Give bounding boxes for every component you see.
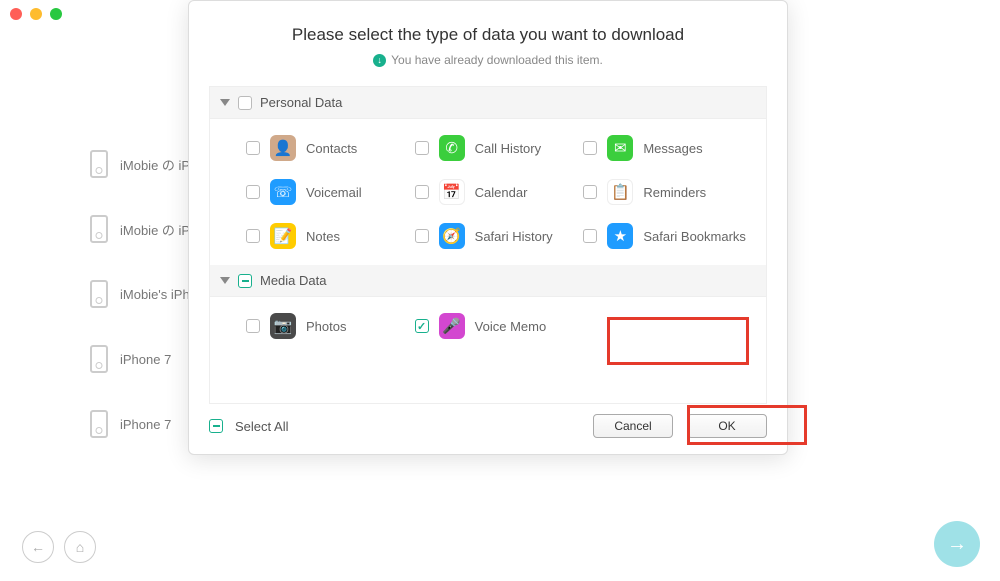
- item-contacts[interactable]: 👤 Contacts: [246, 135, 409, 161]
- checkbox[interactable]: [583, 229, 597, 243]
- cancel-button[interactable]: Cancel: [593, 414, 673, 438]
- reminders-icon: 📋: [607, 179, 633, 205]
- phone-icon: [90, 345, 108, 373]
- modal-subtitle: ↓ You have already downloaded this item.: [373, 53, 603, 67]
- nav-back-home: ← ⌂: [22, 531, 96, 563]
- checkbox[interactable]: ✓: [415, 319, 429, 333]
- back-button[interactable]: ←: [22, 531, 54, 563]
- contacts-icon: 👤: [270, 135, 296, 161]
- checkbox-select-all[interactable]: [209, 419, 223, 433]
- item-label: Voice Memo: [475, 319, 547, 334]
- item-reminders[interactable]: 📋 Reminders: [583, 179, 746, 205]
- phone-icon: [90, 410, 108, 438]
- next-button[interactable]: →: [934, 521, 980, 567]
- device-label: iPhone 7: [120, 417, 171, 432]
- section-header-personal[interactable]: Personal Data: [210, 87, 766, 119]
- item-label: Messages: [643, 141, 702, 156]
- safari-history-icon: 🧭: [439, 223, 465, 249]
- chevron-down-icon: [220, 99, 230, 106]
- device-label: iPhone 7: [120, 352, 171, 367]
- section-title: Media Data: [260, 273, 326, 288]
- checkbox[interactable]: [583, 185, 597, 199]
- checkbox-personal[interactable]: [238, 96, 252, 110]
- device-item[interactable]: iMobie の iP: [90, 150, 190, 178]
- highlight-voice-memo: [607, 317, 749, 365]
- checkbox[interactable]: [246, 141, 260, 155]
- device-label: iMobie の iP: [120, 220, 190, 239]
- item-label: Contacts: [306, 141, 357, 156]
- checkbox[interactable]: [583, 141, 597, 155]
- phone-icon: [90, 215, 108, 243]
- checkbox[interactable]: [246, 185, 260, 199]
- select-all-label: Select All: [235, 419, 288, 434]
- call-history-icon: ✆: [439, 135, 465, 161]
- voice-memo-icon: 🎤: [439, 313, 465, 339]
- device-sidebar: iMobie の iP iMobie の iP iMobie's iPh iPh…: [90, 150, 190, 475]
- item-safari-history[interactable]: 🧭 Safari History: [415, 223, 578, 249]
- device-item[interactable]: iPhone 7: [90, 410, 190, 438]
- item-label: Photos: [306, 319, 346, 334]
- item-label: Safari Bookmarks: [643, 229, 746, 244]
- item-label: Safari History: [475, 229, 553, 244]
- item-label: Voicemail: [306, 185, 362, 200]
- modal-subtitle-text: You have already downloaded this item.: [391, 53, 603, 67]
- personal-grid: 👤 Contacts ✆ Call History ✉ Messages ☏ Voice…: [210, 119, 766, 265]
- home-button[interactable]: ⌂: [64, 531, 96, 563]
- phone-icon: [90, 150, 108, 178]
- item-label: Reminders: [643, 185, 706, 200]
- close-icon[interactable]: [10, 8, 22, 20]
- item-call-history[interactable]: ✆ Call History: [415, 135, 578, 161]
- item-safari-bookmarks[interactable]: ★ Safari Bookmarks: [583, 223, 746, 249]
- item-calendar[interactable]: 📅 Calendar: [415, 179, 578, 205]
- item-label: Calendar: [475, 185, 528, 200]
- checkbox[interactable]: [415, 141, 429, 155]
- item-notes[interactable]: 📝 Notes: [246, 223, 409, 249]
- checkbox[interactable]: [415, 229, 429, 243]
- item-label: Call History: [475, 141, 541, 156]
- device-item[interactable]: iPhone 7: [90, 345, 190, 373]
- device-label: iMobie の iP: [120, 155, 190, 174]
- item-voice-memo[interactable]: ✓ 🎤 Voice Memo: [415, 313, 578, 339]
- window-traffic-lights[interactable]: [10, 8, 62, 20]
- checkbox[interactable]: [246, 319, 260, 333]
- section-title: Personal Data: [260, 95, 342, 110]
- select-all[interactable]: Select All: [209, 419, 288, 434]
- item-messages[interactable]: ✉ Messages: [583, 135, 746, 161]
- checkbox[interactable]: [415, 185, 429, 199]
- calendar-icon: 📅: [439, 179, 465, 205]
- photos-icon: 📷: [270, 313, 296, 339]
- device-item[interactable]: iMobie's iPh: [90, 280, 190, 308]
- highlight-ok: [687, 405, 807, 445]
- modal-title: Please select the type of data you want …: [209, 25, 767, 45]
- item-voicemail[interactable]: ☏ Voicemail: [246, 179, 409, 205]
- download-done-icon: ↓: [373, 54, 386, 67]
- download-modal: Please select the type of data you want …: [188, 0, 788, 455]
- zoom-icon[interactable]: [50, 8, 62, 20]
- checkbox-media[interactable]: [238, 274, 252, 288]
- item-label: Notes: [306, 229, 340, 244]
- minimize-icon[interactable]: [30, 8, 42, 20]
- voicemail-icon: ☏: [270, 179, 296, 205]
- chevron-down-icon: [220, 277, 230, 284]
- section-header-media[interactable]: Media Data: [210, 265, 766, 297]
- device-item[interactable]: iMobie の iP: [90, 215, 190, 243]
- messages-icon: ✉: [607, 135, 633, 161]
- safari-bookmarks-icon: ★: [607, 223, 633, 249]
- phone-icon: [90, 280, 108, 308]
- checkbox[interactable]: [246, 229, 260, 243]
- device-label: iMobie's iPh: [120, 287, 190, 302]
- notes-icon: 📝: [270, 223, 296, 249]
- item-photos[interactable]: 📷 Photos: [246, 313, 409, 339]
